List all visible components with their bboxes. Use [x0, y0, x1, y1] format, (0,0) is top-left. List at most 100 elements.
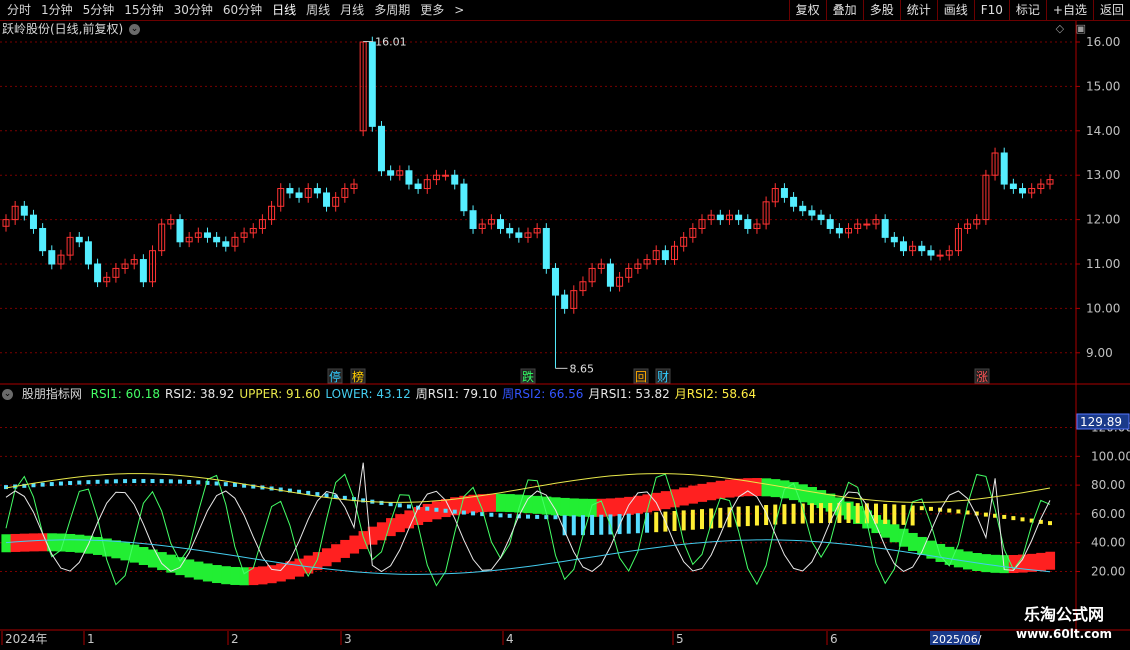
- price-tick-label: 13.00: [1086, 168, 1120, 182]
- indicator-band-block: [1036, 552, 1046, 571]
- indicator-value: 周RSI1: 79.10: [415, 387, 498, 401]
- candle-body: [497, 219, 505, 229]
- indicator-dot-bar: [764, 505, 769, 526]
- indicator-dot-bar: [324, 493, 329, 498]
- period-tab[interactable]: 5分钟: [78, 0, 120, 20]
- indicator-band-block: [651, 492, 662, 511]
- indicator-band-block: [505, 494, 515, 513]
- candle-body: [918, 245, 926, 252]
- indicator-dot-bar: [77, 480, 82, 485]
- period-tab[interactable]: 分时: [2, 0, 36, 20]
- period-tab[interactable]: 60分钟: [218, 0, 267, 20]
- maximize-icon[interactable]: ▣: [1076, 22, 1086, 35]
- candle-body: [725, 214, 733, 221]
- indicator-band-block: [312, 552, 323, 571]
- candle-body: [487, 219, 495, 225]
- candle-body: [533, 227, 541, 234]
- indicator-band-block: [321, 548, 332, 567]
- toolbar-button[interactable]: 标记: [1008, 0, 1046, 20]
- indicator-band-block: [1045, 551, 1056, 570]
- candle-body: [185, 236, 193, 243]
- toolbar-button[interactable]: 返回: [1092, 0, 1130, 20]
- candle-body: [899, 241, 907, 252]
- indicator-dot-bar: [727, 507, 732, 528]
- toolbar-button[interactable]: +自选: [1045, 0, 1093, 20]
- chevron-down-icon[interactable]: ⌄: [129, 24, 141, 35]
- indicator-band-block: [734, 478, 744, 497]
- toolbar-button[interactable]: F10: [973, 0, 1009, 20]
- indicator-band-block: [395, 514, 405, 533]
- period-tab[interactable]: 15分钟: [119, 0, 168, 20]
- indicator-dot-bar: [196, 480, 201, 485]
- brand-name: 乐淘公式网: [1023, 605, 1104, 624]
- period-tab[interactable]: 多周期: [369, 0, 415, 20]
- indicator-band-block: [175, 557, 186, 576]
- indicator-band-block: [779, 480, 790, 499]
- chevron-down-icon[interactable]: ⌄: [2, 389, 13, 400]
- indicator-dot-bar: [663, 511, 668, 532]
- period-tab[interactable]: 30分钟: [169, 0, 218, 20]
- indicator-band-block: [798, 484, 808, 503]
- diamond-icon[interactable]: ◇: [1056, 22, 1064, 35]
- indicator-dot-bar: [773, 504, 778, 525]
- indicator-band-block: [340, 539, 350, 558]
- candle-body: [240, 232, 248, 238]
- toolbar-button[interactable]: 统计: [899, 0, 937, 20]
- candle-body: [542, 227, 550, 269]
- indicator-dot-bar: [452, 509, 457, 514]
- toolbar-button[interactable]: 多股: [862, 0, 900, 20]
- indicator-band-block: [633, 495, 643, 514]
- toolbar-button[interactable]: 叠加: [825, 0, 863, 20]
- candle-body: [313, 188, 321, 194]
- candle-body: [20, 205, 28, 216]
- toolbar-button[interactable]: 画线: [936, 0, 974, 20]
- price-tick-label: 14.00: [1086, 124, 1120, 138]
- period-tab[interactable]: 更多: [415, 0, 449, 20]
- indicator-dot-bar: [278, 487, 283, 492]
- candle-body: [139, 259, 147, 283]
- candle-body: [1019, 188, 1027, 194]
- indicator-band-block: [459, 495, 469, 514]
- candle-body: [332, 196, 340, 207]
- indicator-dot-bar: [388, 502, 393, 507]
- candle-body: [625, 267, 633, 278]
- indicator-dot-bar: [68, 481, 73, 486]
- candle-body: [927, 250, 935, 256]
- indicator-band-block: [422, 503, 433, 522]
- upper-line: [5, 473, 1051, 503]
- period-tab[interactable]: 月线: [335, 0, 369, 20]
- indicator-band-block: [267, 565, 277, 584]
- candle-body: [231, 236, 239, 247]
- indicator-dot-bar: [809, 503, 814, 524]
- event-tag: 涨: [976, 369, 988, 384]
- indicator-band-block: [230, 566, 241, 585]
- indicator-name: 股朋指标网: [21, 387, 82, 401]
- period-tab[interactable]: 周线: [301, 0, 335, 20]
- current-date-box: [930, 631, 980, 645]
- time-label: 5: [676, 632, 684, 646]
- candle-body: [1046, 179, 1054, 185]
- indicator-band-block: [386, 518, 396, 537]
- period-tab[interactable]: 1分钟: [36, 0, 78, 20]
- candle-body: [442, 174, 450, 177]
- indicator-dot-bar: [242, 483, 247, 488]
- indicator-dot-bar: [361, 498, 366, 503]
- candle-body: [616, 276, 624, 287]
- period-tab[interactable]: 日线: [267, 0, 301, 20]
- candle-body: [451, 174, 459, 185]
- event-tag-box: [974, 368, 990, 384]
- indicator-band-block: [569, 498, 579, 517]
- chevron-right-icon[interactable]: >: [449, 0, 469, 20]
- toolbar-button[interactable]: 复权: [788, 0, 826, 20]
- indicator-dot-bar: [590, 514, 595, 535]
- candle-body: [277, 188, 285, 207]
- candle-body: [780, 188, 788, 198]
- indicator-band-block: [688, 485, 698, 504]
- indicator-band-block: [624, 496, 634, 515]
- indicator-dot-bar: [562, 515, 567, 536]
- indicator-tick-label: 40.00: [1091, 536, 1125, 550]
- indicator-dot-bar: [205, 480, 210, 485]
- indicator-dot-bar: [956, 509, 961, 514]
- indicator-band-block: [789, 482, 799, 501]
- indicator-dot-bar: [626, 513, 631, 534]
